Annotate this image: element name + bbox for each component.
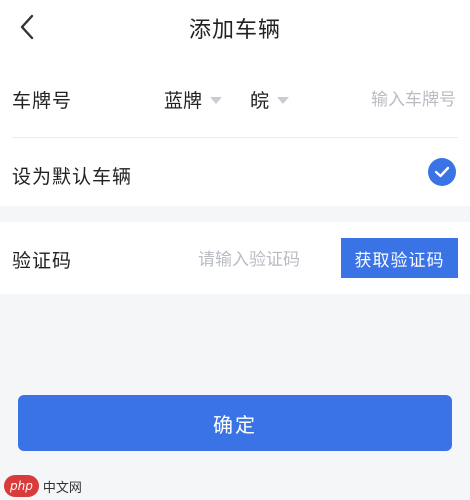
navigation-bar: 添加车辆	[0, 0, 470, 56]
plate-number-label: 车牌号	[12, 90, 73, 112]
verification-code-label: 验证码	[12, 250, 73, 272]
plate-color-select[interactable]: 蓝牌	[164, 84, 223, 114]
vehicle-info-card: 车牌号 蓝牌 皖 设为默认车辆	[0, 56, 470, 206]
caret-down-icon	[210, 96, 223, 104]
watermark-logo: php	[4, 475, 39, 497]
verification-code-input[interactable]	[196, 242, 330, 278]
verification-code-card: 验证码 获取验证码	[0, 222, 470, 294]
page-title: 添加车辆	[188, 18, 281, 43]
watermark-text: 中文网	[42, 480, 82, 496]
add-vehicle-screen: 添加车辆 车牌号 蓝牌 皖 设为默认车辆 验证码	[0, 0, 470, 500]
check-icon	[434, 166, 450, 178]
watermark: php 中文网	[4, 475, 82, 497]
province-select[interactable]: 皖	[250, 84, 290, 114]
caret-down-icon	[277, 96, 290, 104]
plate-number-row: 车牌号 蓝牌 皖	[0, 56, 470, 138]
plate-color-value: 蓝牌	[164, 89, 203, 112]
default-vehicle-checkbox[interactable]	[428, 158, 456, 186]
default-vehicle-row[interactable]: 设为默认车辆	[0, 138, 470, 206]
default-vehicle-label: 设为默认车辆	[12, 166, 133, 188]
confirm-button[interactable]: 确定	[18, 395, 452, 451]
province-value: 皖	[250, 89, 270, 112]
plate-number-input[interactable]	[334, 82, 458, 118]
get-code-button[interactable]: 获取验证码	[341, 238, 458, 278]
